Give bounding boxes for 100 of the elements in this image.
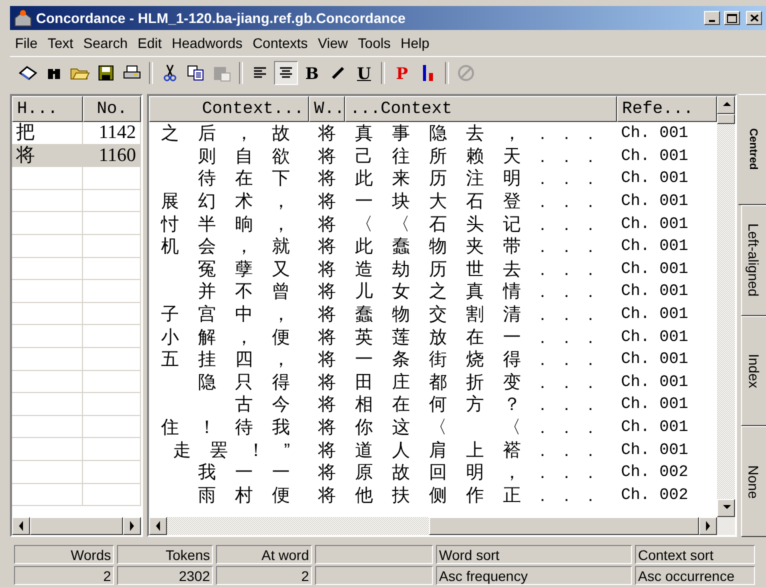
- left-context-text: 待在下: [197, 167, 309, 190]
- keyword-text: 将: [318, 122, 336, 146]
- side-tab[interactable]: None: [741, 426, 766, 537]
- house-icon: [14, 9, 32, 27]
- reference-text: Ch. 001: [621, 440, 688, 459]
- column-header[interactable]: ...Context: [345, 96, 617, 122]
- paste-icon: [213, 64, 231, 82]
- save-icon: [98, 65, 114, 81]
- count-text: 1160: [98, 144, 136, 166]
- count-text: 1142: [98, 122, 136, 143]
- reference-text: Ch. 001: [621, 214, 688, 233]
- side-tab[interactable]: Index: [741, 316, 766, 426]
- right-context-text: 此蠢物夹带...: [355, 235, 612, 258]
- right-context-text: 田庄都折变...: [355, 370, 612, 394]
- left-context-text: 五挂四，: [161, 348, 309, 372]
- align-left-icon: [253, 66, 267, 80]
- left-context-text: 忖半晌，: [161, 212, 309, 236]
- headword-row[interactable]: 将 1160: [12, 144, 141, 168]
- status-value: Asc occurrence: [635, 566, 755, 585]
- maximize-button[interactable]: [724, 11, 740, 25]
- column-header[interactable]: Context...: [149, 96, 309, 122]
- column-header[interactable]: Refe...: [617, 96, 717, 122]
- menu-item[interactable]: File: [10, 35, 43, 51]
- left-context-text: 则自欲: [197, 144, 309, 168]
- window-title: Concordance - HLM_1-120.ba-jiang.ref.gb.Concordance: [36, 10, 407, 26]
- headword-text: 把: [16, 122, 35, 143]
- scroll-right-button[interactable]: [123, 517, 141, 535]
- left-context-text: 住！待我: [161, 416, 309, 440]
- column-header[interactable]: W..: [309, 96, 345, 122]
- right-context-text: 〈〈石头记...: [355, 212, 612, 236]
- no-entry-icon: [457, 64, 475, 82]
- right-context-text: 英莲放在一...: [355, 326, 612, 349]
- left-context-text: 展幻术，: [161, 190, 309, 214]
- headword-row[interactable]: 把 1142: [12, 122, 141, 145]
- right-context-text: 道人肩上褡...: [355, 438, 612, 462]
- side-tab[interactable]: Centred: [738, 94, 766, 205]
- left-context-text: 子宫中，: [161, 303, 309, 326]
- left-context-text: 古今: [234, 393, 309, 416]
- keyword-text: 将: [318, 484, 336, 507]
- right-context-text: 儿女之真情...: [355, 280, 612, 304]
- menu-item[interactable]: Search: [78, 35, 133, 51]
- left-context-text: 我一一: [197, 461, 309, 484]
- italic-icon: [331, 66, 345, 80]
- menu-item[interactable]: View: [312, 35, 353, 51]
- reference-text: Ch. 001: [621, 260, 688, 278]
- left-context-text: 冤孽又: [197, 258, 309, 281]
- bold-button[interactable]: B: [300, 61, 324, 85]
- menu-item[interactable]: Headwords: [166, 35, 248, 51]
- right-context-text: 他扶侧作正...: [355, 484, 612, 507]
- menu-item[interactable]: Text: [42, 35, 78, 51]
- right-context-text: 真事隐去，...: [355, 122, 612, 146]
- keyword-text: 将: [318, 416, 336, 440]
- reference-text: Ch. 001: [621, 395, 688, 414]
- reference-text: Ch. 001: [621, 372, 688, 391]
- keyword-text: 将: [318, 190, 336, 214]
- reference-text: Ch. 001: [621, 192, 688, 210]
- menu-item[interactable]: Contexts: [248, 35, 313, 51]
- scroll-left-button[interactable]: [12, 517, 30, 535]
- column-header[interactable]: H...: [12, 96, 83, 122]
- status-value: 2: [216, 566, 312, 585]
- keyword-text: 将: [318, 348, 336, 372]
- reference-text: Ch. 001: [621, 169, 688, 188]
- scroll-thumb[interactable]: [717, 114, 735, 124]
- close-button[interactable]: [746, 11, 762, 25]
- right-context-text: 相在何方？...: [355, 393, 612, 416]
- right-arrow-icon: [703, 520, 713, 532]
- right-context-text: 此来历注明...: [355, 167, 612, 190]
- scroll-right-button[interactable]: [699, 517, 717, 535]
- scroll-thumb[interactable]: [30, 517, 123, 535]
- color-bars-icon: [421, 64, 435, 82]
- reference-text: Ch. 001: [621, 305, 688, 324]
- reference-text: Ch. 002: [621, 463, 688, 482]
- menu-item[interactable]: Edit: [132, 35, 167, 51]
- scroll-up-button[interactable]: [717, 96, 735, 114]
- scroll-thumb[interactable]: [429, 517, 699, 535]
- underline-button[interactable]: U: [352, 61, 376, 85]
- reference-text: Ch. 001: [621, 418, 688, 436]
- menu-item[interactable]: Tools: [352, 35, 396, 51]
- menu-item[interactable]: Help: [396, 35, 434, 51]
- keyword-text: 将: [318, 326, 336, 349]
- align-center-button[interactable]: [274, 61, 298, 85]
- status-label: Words: [14, 545, 114, 564]
- minimize-button[interactable]: [704, 11, 720, 25]
- keyword-text: 将: [318, 144, 336, 168]
- left-context-text: 机会，就: [161, 235, 309, 258]
- keyword-text: 将: [318, 438, 336, 462]
- scroll-down-button[interactable]: [717, 499, 735, 517]
- column-header[interactable]: No.: [83, 96, 141, 122]
- side-tab[interactable]: Left-aligned: [741, 204, 766, 316]
- status-label: At word: [216, 545, 312, 564]
- right-context-text: 一条街烧得...: [355, 348, 612, 372]
- keyword-text: 将: [318, 212, 336, 236]
- status-label: Context sort: [635, 545, 755, 564]
- status-value: 2: [14, 566, 114, 585]
- right-arrow-icon: [127, 520, 137, 532]
- left-context-text: 雨村便: [197, 484, 309, 507]
- scroll-left-button[interactable]: [149, 517, 167, 535]
- keyword-text: 将: [318, 235, 336, 258]
- printer-icon: [123, 65, 141, 81]
- scissors-icon: [163, 64, 177, 82]
